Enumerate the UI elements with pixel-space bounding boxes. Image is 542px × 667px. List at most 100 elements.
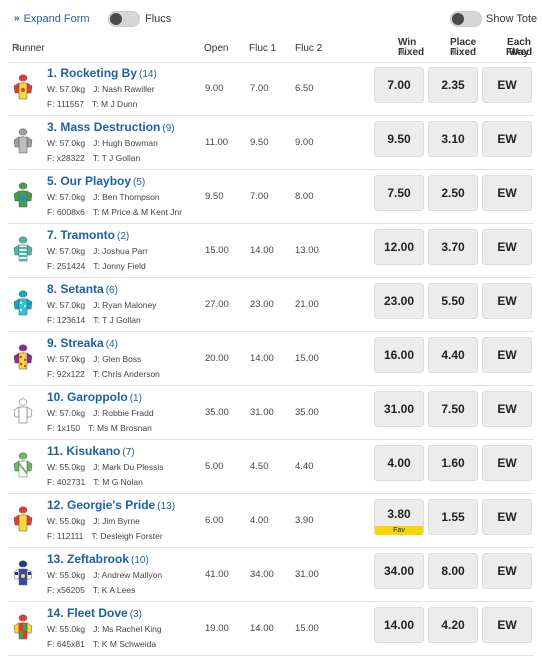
place-fixed-odds-button[interactable]: 3.10 bbox=[428, 121, 478, 157]
fluc1-price: 31.00 bbox=[250, 407, 274, 418]
runner-name[interactable]: 5. Our Playboy (5) bbox=[47, 174, 145, 188]
runner-weight: W: 57.0kg bbox=[47, 408, 86, 418]
runner-jockey: J: Hugh Bowman bbox=[93, 138, 158, 148]
show-tote-label: Show Tote bbox=[486, 13, 538, 25]
runner-row: 12. Georgie's Pride (13) W: 55.0kg J: Jim … bbox=[8, 494, 534, 548]
win-odds-value: 12.00 bbox=[383, 240, 415, 254]
place-fixed-odds-button[interactable]: 2.50 bbox=[428, 175, 478, 211]
win-fixed-odds-button[interactable]: 4.00 bbox=[374, 445, 424, 481]
place-fixed-odds-button[interactable]: 4.20 bbox=[428, 607, 478, 643]
runner-form: F: 251424 bbox=[47, 261, 86, 271]
place-odds-value: 5.50 bbox=[441, 294, 465, 308]
each-way-button[interactable]: EW bbox=[482, 229, 532, 265]
win-fixed-odds-button[interactable]: 16.00 bbox=[374, 337, 424, 373]
win-fixed-odds-button[interactable]: 23.00 bbox=[374, 283, 424, 319]
fluc2-column-header: Fluc 2 bbox=[295, 43, 323, 54]
weight-jockey-line: W: 55.0kg J: Andrew Mallyon bbox=[47, 570, 162, 580]
jockey-silks-icon bbox=[13, 128, 33, 154]
expand-form-link[interactable]: » Expand Form bbox=[14, 13, 90, 25]
runner-name[interactable]: 7. Tramonto (2) bbox=[47, 228, 129, 242]
win-fixed-odds-button[interactable]: 12.00 bbox=[374, 229, 424, 265]
win-odds-value: 23.00 bbox=[383, 294, 415, 308]
runner-form: F: 645x81 bbox=[47, 639, 85, 649]
weight-jockey-line: W: 57.0kg J: Ben Thompson bbox=[47, 192, 160, 202]
each-way-button[interactable]: EW bbox=[482, 553, 532, 589]
open-column-header: Open bbox=[204, 43, 229, 54]
open-price: 9.00 bbox=[205, 83, 224, 94]
each-way-button[interactable]: EW bbox=[482, 499, 532, 535]
runner-name[interactable]: 13. Zeftabrook (10) bbox=[47, 552, 149, 566]
fluc2-price: 8.00 bbox=[295, 191, 314, 202]
each-way-button[interactable]: EW bbox=[482, 391, 532, 427]
runner-row: 11. Kisukano (7) W: 55.0kg J: Mark Du Ples… bbox=[8, 440, 534, 494]
each-way-header-line2: Fixed bbox=[506, 47, 533, 58]
win-fixed-odds-button[interactable]: 14.00 bbox=[374, 607, 424, 643]
each-way-button[interactable]: EW bbox=[482, 175, 532, 211]
form-trainer-line: F: x28322 T: T J Gollan bbox=[47, 153, 140, 163]
runner-name[interactable]: 8. Setanta (6) bbox=[47, 282, 118, 296]
fluc2-price: 4.40 bbox=[295, 461, 314, 472]
fluc1-price: 4.50 bbox=[250, 461, 269, 472]
win-fixed-odds-button[interactable]: 7.00 bbox=[374, 67, 424, 103]
open-price: 6.00 bbox=[205, 515, 224, 526]
runner-name-label: 3. Mass Destruction bbox=[47, 120, 161, 134]
runner-name[interactable]: 11. Kisukano (7) bbox=[47, 444, 135, 458]
fluc2-price: 31.00 bbox=[295, 569, 319, 580]
runner-trainer: T: Ms M Brosnan bbox=[88, 423, 152, 433]
each-way-button[interactable]: EW bbox=[482, 607, 532, 643]
runner-weight: W: 55.0kg bbox=[47, 624, 86, 634]
win-fixed-odds-button[interactable]: 7.50 bbox=[374, 175, 424, 211]
place-fixed-odds-button[interactable]: 1.55 bbox=[428, 499, 478, 535]
win-fixed-odds-button[interactable]: 9.50 bbox=[374, 121, 424, 157]
place-fixed-odds-button[interactable]: 2.35 bbox=[428, 67, 478, 103]
place-fixed-odds-button[interactable]: 8.00 bbox=[428, 553, 478, 589]
sort-icon: ⇅ bbox=[451, 48, 458, 57]
jockey-silks-icon bbox=[13, 560, 33, 586]
runner-name-label: 13. Zeftabrook bbox=[47, 552, 130, 566]
win-odds-value: 7.00 bbox=[387, 78, 411, 92]
jockey-silks-icon bbox=[13, 398, 33, 424]
win-fixed-column-header[interactable]: Win Fixed ⇅ bbox=[376, 38, 424, 58]
runner-name[interactable]: 12. Georgie's Pride (13) bbox=[47, 498, 175, 512]
place-fixed-odds-button[interactable]: 1.60 bbox=[428, 445, 478, 481]
open-price: 20.00 bbox=[205, 353, 229, 364]
barrier-number: (14) bbox=[139, 69, 157, 80]
runner-form: F: x56205 bbox=[47, 585, 85, 595]
runner-weight: W: 55.0kg bbox=[47, 570, 86, 580]
runner-name[interactable]: 3. Mass Destruction (9) bbox=[47, 120, 175, 134]
place-odds-value: 4.20 bbox=[441, 618, 465, 632]
each-way-button[interactable]: EW bbox=[482, 121, 532, 157]
runner-name[interactable]: 10. Garoppolo (1) bbox=[47, 390, 142, 404]
flucs-toggle[interactable] bbox=[108, 11, 140, 27]
runner-jockey: J: Nash Rawiller bbox=[93, 84, 155, 94]
each-way-column-header: Each Way Fixed bbox=[480, 38, 532, 58]
place-odds-value: 7.50 bbox=[441, 402, 465, 416]
runner-name-label: 7. Tramonto bbox=[47, 228, 116, 242]
win-fixed-odds-button[interactable]: 31.00 bbox=[374, 391, 424, 427]
form-trainer-line: F: 111557 T: M J Dunn bbox=[47, 99, 137, 109]
runner-trainer: T: Chris Anderson bbox=[92, 369, 160, 379]
place-fixed-odds-button[interactable]: 4.40 bbox=[428, 337, 478, 373]
runner-name[interactable]: 1. Rocketing By (14) bbox=[47, 66, 157, 80]
place-odds-value: 1.60 bbox=[441, 456, 465, 470]
open-price: 9.50 bbox=[205, 191, 224, 202]
weight-jockey-line: W: 55.0kg J: Mark Du Plessis bbox=[47, 462, 164, 472]
place-fixed-odds-button[interactable]: 5.50 bbox=[428, 283, 478, 319]
place-fixed-odds-button[interactable]: 7.50 bbox=[428, 391, 478, 427]
weight-jockey-line: W: 57.0kg J: Nash Rawiller bbox=[47, 84, 155, 94]
win-fixed-odds-button[interactable]: 3.80 Fav bbox=[374, 499, 424, 535]
win-odds-value: 9.50 bbox=[387, 132, 411, 146]
runner-name[interactable]: 14. Fleet Dove (3) bbox=[47, 606, 142, 620]
place-fixed-column-header[interactable]: Place Fixed ⇅ bbox=[428, 38, 476, 58]
runner-name[interactable]: 9. Streaka (4) bbox=[47, 336, 118, 350]
win-fixed-odds-button[interactable]: 34.00 bbox=[374, 553, 424, 589]
place-fixed-odds-button[interactable]: 3.70 bbox=[428, 229, 478, 265]
each-way-label: EW bbox=[497, 456, 517, 470]
runner-jockey: J: Robbie Fradd bbox=[93, 408, 154, 418]
show-tote-toggle[interactable] bbox=[450, 11, 482, 27]
each-way-button[interactable]: EW bbox=[482, 445, 532, 481]
each-way-button[interactable]: EW bbox=[482, 337, 532, 373]
each-way-button[interactable]: EW bbox=[482, 283, 532, 319]
each-way-button[interactable]: EW bbox=[482, 67, 532, 103]
runner-name-label: 8. Setanta bbox=[47, 282, 104, 296]
